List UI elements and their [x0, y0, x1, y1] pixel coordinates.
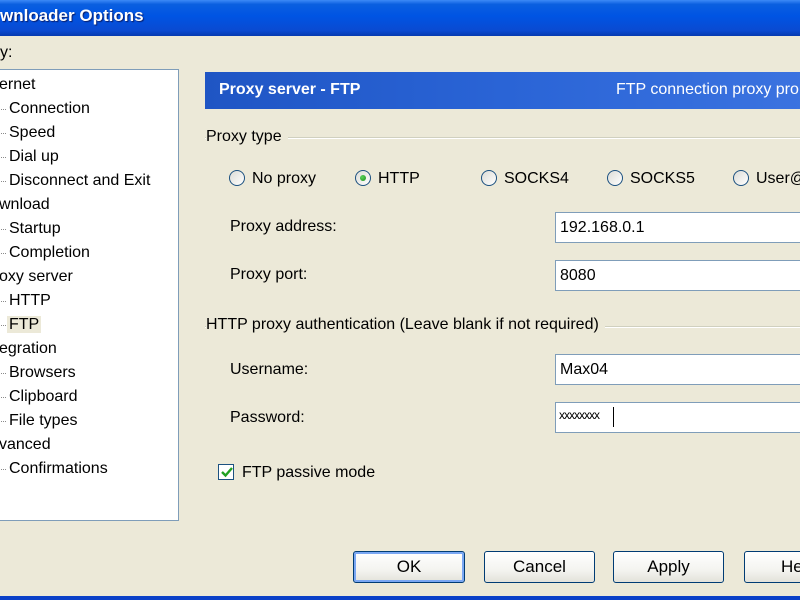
ftp-passive-mode-label: FTP passive mode [242, 464, 376, 481]
tree-item-speed[interactable]: Speed [0, 122, 55, 144]
proxy-port-label: Proxy port: [230, 266, 308, 283]
ok-button[interactable]: OK [353, 551, 465, 583]
radio-label-user-at: User@ [756, 170, 800, 187]
options-dialog: wnloader Options y: ernet Connection Spe… [0, 0, 800, 600]
tree-item-proxy-server[interactable]: oxy server [0, 266, 73, 288]
radio-label-no-proxy: No proxy [252, 170, 317, 187]
tree-item-ftp[interactable]: FTP [0, 314, 42, 336]
page-header-banner: Proxy server - FTP FTP connection proxy … [205, 72, 800, 109]
title-bar[interactable]: wnloader Options [0, 0, 800, 36]
radio-label-socks5: SOCKS5 [630, 170, 695, 187]
proxy-type-label: Proxy type [206, 128, 288, 146]
password-label: Password: [230, 409, 305, 426]
tree-item-browsers[interactable]: Browsers [1, 362, 76, 384]
radio-circle [229, 170, 245, 186]
cancel-button[interactable]: Cancel [484, 551, 595, 583]
radio-circle [733, 170, 749, 186]
page-title: Proxy server - FTP [219, 81, 361, 98]
tree-item-disconnect-and-exit[interactable]: Disconnect and Exit [0, 170, 150, 192]
text-caret [613, 407, 614, 427]
tree-item-startup[interactable]: Startup [1, 218, 61, 240]
radio-label-socks4: SOCKS4 [504, 170, 569, 187]
window-title: wnloader Options [0, 6, 144, 25]
proxy-port-input[interactable] [555, 260, 800, 291]
category-caption: y: [0, 44, 13, 61]
radio-circle [607, 170, 623, 186]
radio-selected-dot-icon [360, 175, 366, 181]
tree-item-confirmations[interactable]: Confirmations [1, 458, 108, 480]
tree-item-internet[interactable]: ernet [0, 74, 35, 96]
tree-item-dial-up[interactable]: Dial up [1, 146, 59, 168]
window-bottom-border [0, 596, 800, 600]
tree-item-download[interactable]: wnload [0, 194, 50, 216]
proxy-address-label: Proxy address: [230, 218, 337, 235]
tree-item-clipboard[interactable]: Clipboard [0, 386, 77, 408]
proxy-address-input[interactable] [555, 212, 800, 243]
help-button[interactable]: He [744, 551, 800, 583]
username-label: Username: [230, 361, 309, 378]
apply-button[interactable]: Apply [613, 551, 724, 583]
tree-item-connection[interactable]: Connection [1, 98, 90, 120]
auth-section-label: HTTP proxy authentication (Leave blank i… [206, 316, 605, 334]
username-input[interactable] [555, 354, 800, 385]
page-description: FTP connection proxy pro [616, 81, 799, 98]
proxy-type-divider [205, 137, 800, 139]
category-tree[interactable]: ernet Connection Speed Dial up Disconnec… [0, 69, 179, 521]
radio-circle [355, 170, 371, 186]
checkmark-icon [221, 467, 233, 478]
tree-item-integration[interactable]: egration [0, 338, 57, 360]
tree-item-http[interactable]: HTTP [1, 290, 51, 312]
radio-circle [481, 170, 497, 186]
radio-label-http: HTTP [378, 170, 420, 187]
checkbox-box [218, 464, 234, 480]
password-input[interactable] [555, 402, 800, 433]
tree-item-file-types[interactable]: File types [0, 410, 77, 432]
tree-item-completion[interactable]: Completion [1, 242, 90, 264]
tree-item-advanced[interactable]: vanced [0, 434, 51, 456]
